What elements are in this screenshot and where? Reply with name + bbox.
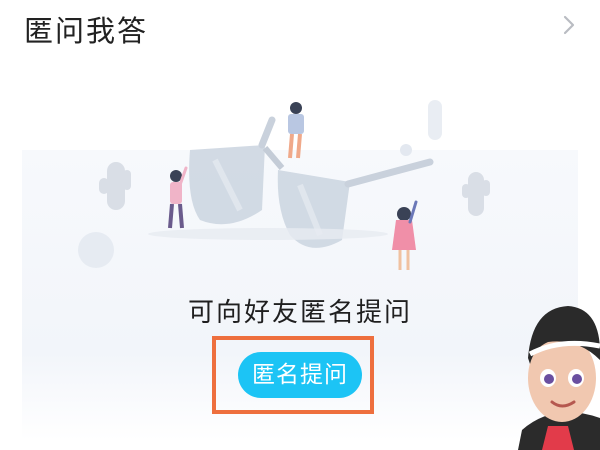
card-title: 匿问我答 [24,14,149,48]
chevron-right-icon[interactable] [558,14,580,36]
anonymous-qa-card: 匿问我答 可向好友匿名提问 匿名提问 [0,0,600,450]
cartoon-avatar [518,306,600,450]
anonymous-ask-button[interactable]: 匿名提问 [238,352,362,398]
card-header[interactable]: 匿问我答 [0,0,600,52]
glasses-people-illustration [78,100,490,270]
